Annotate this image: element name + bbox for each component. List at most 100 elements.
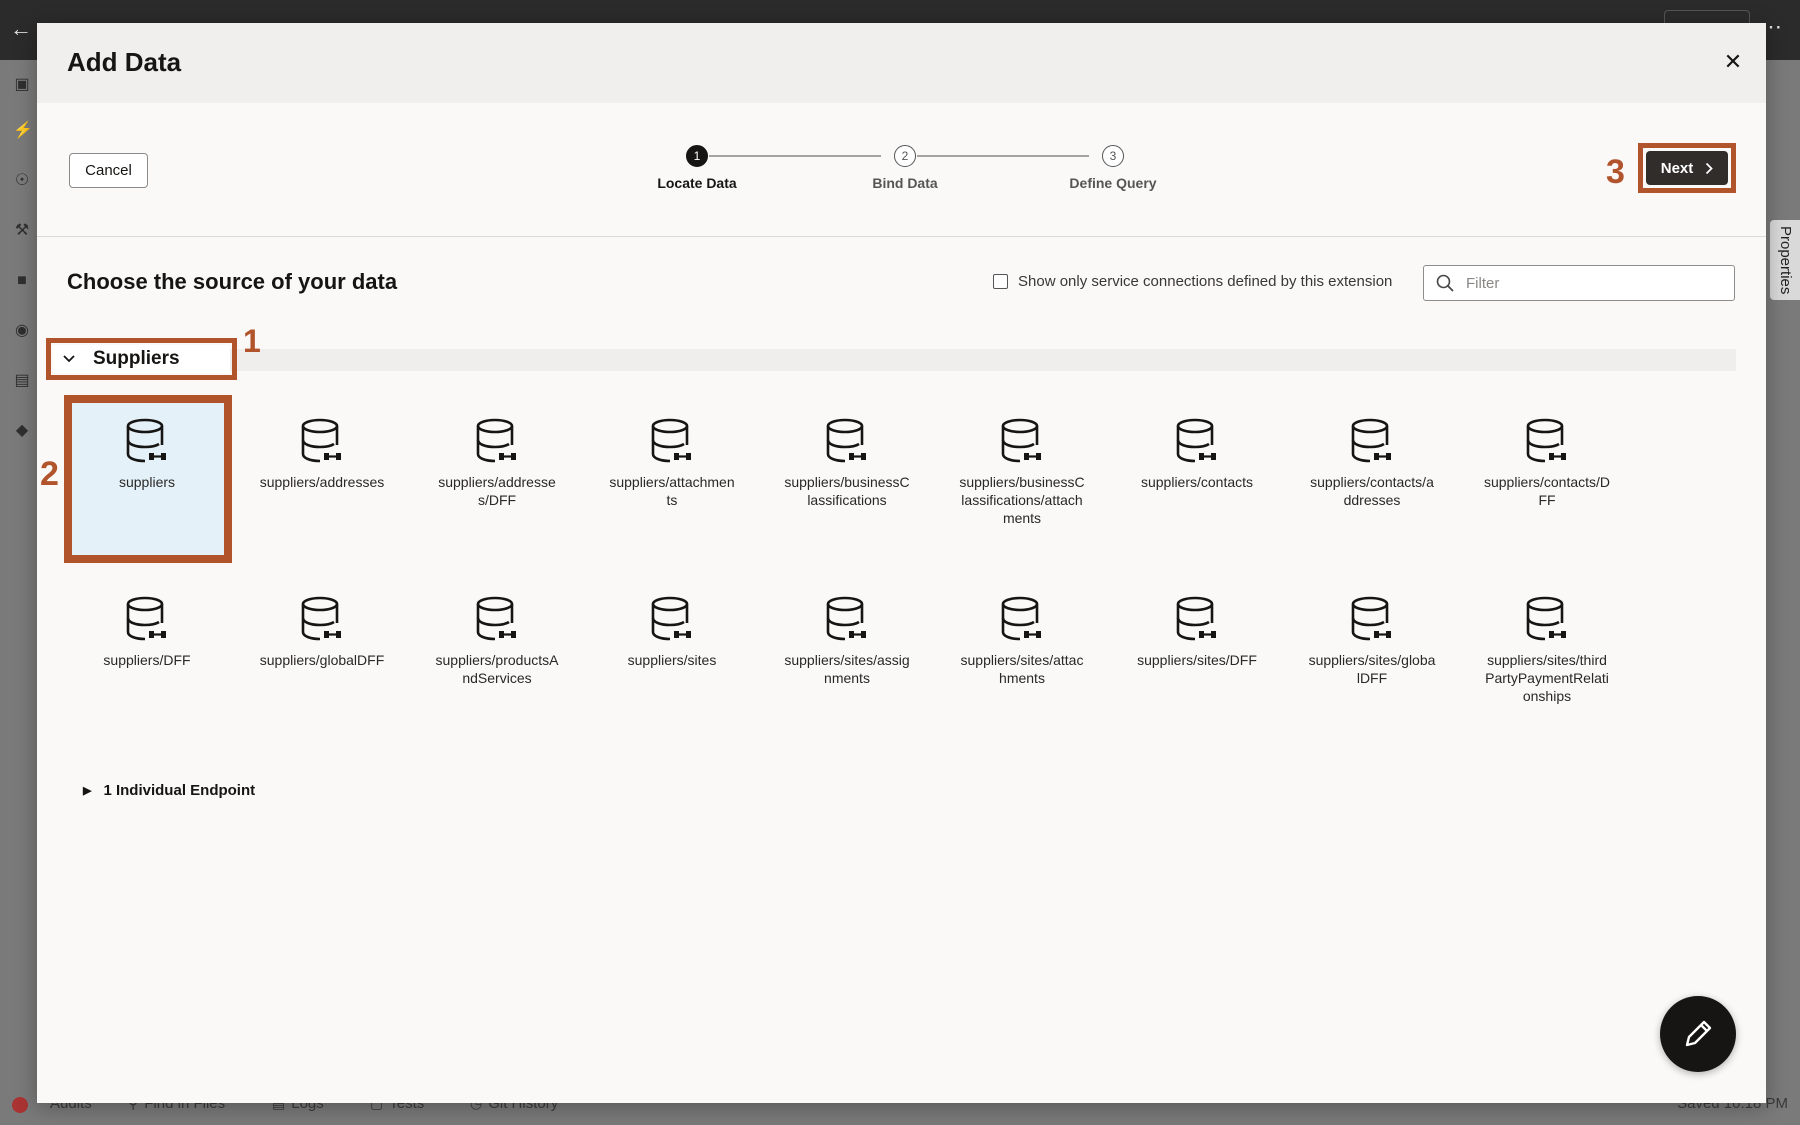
endpoint-label: 1 Individual Endpoint xyxy=(103,782,256,799)
database-icon xyxy=(300,417,344,465)
data-source-tile[interactable]: suppliers/businessClassifications xyxy=(777,417,917,509)
error-status-icon[interactable] xyxy=(12,1097,28,1113)
header-divider xyxy=(37,236,1766,237)
data-source-tile[interactable]: suppliers/sites/assignments xyxy=(777,595,917,687)
tile-label: suppliers/sites xyxy=(627,652,717,668)
database-icon xyxy=(1000,417,1044,465)
monitor-icon[interactable]: ▣ xyxy=(13,76,31,94)
filter-field[interactable] xyxy=(1423,265,1735,301)
edit-pencil-icon xyxy=(1685,1020,1712,1047)
database-icon xyxy=(475,417,519,465)
section-title: Choose the source of your data xyxy=(67,269,398,294)
tile-label: suppliers/businessClassifications xyxy=(784,474,910,508)
tile-label: suppliers/businessClassifications/attach… xyxy=(959,474,1085,526)
data-source-tile[interactable]: suppliers/businessClassifications/attach… xyxy=(952,417,1092,527)
puzzle-icon[interactable]: ■ xyxy=(13,272,31,290)
caret-right-icon: ▶ xyxy=(83,785,92,797)
data-source-tile[interactable]: suppliers/addresses/DFF xyxy=(427,417,567,509)
document-icon[interactable]: ▤ xyxy=(13,372,31,390)
data-source-tile[interactable]: suppliers/contacts xyxy=(1127,417,1267,491)
step-label: Locate Data xyxy=(657,175,737,191)
step-number: 2 xyxy=(894,145,916,167)
next-button-label: Next xyxy=(1660,159,1694,177)
chevron-right-icon xyxy=(1706,162,1714,174)
data-source-tile[interactable]: suppliers/attachments xyxy=(602,417,742,509)
database-icon xyxy=(125,595,169,643)
tile-label: suppliers/addresses/DFF xyxy=(438,474,556,508)
tile-label: suppliers/globalDFF xyxy=(259,652,385,668)
data-source-tile[interactable]: suppliers/sites/DFF xyxy=(1127,595,1267,669)
service-connections-checkbox[interactable]: Show only service connections defined by… xyxy=(993,273,1392,290)
data-source-tile[interactable]: suppliers xyxy=(77,417,217,491)
tile-label: suppliers/sites/attachments xyxy=(960,652,1084,686)
annotation-number: 1 xyxy=(243,323,261,359)
data-source-tile[interactable]: suppliers/globalDFF xyxy=(252,595,392,669)
next-button[interactable]: Next xyxy=(1646,151,1728,185)
data-source-tile[interactable]: suppliers/contacts/addresses xyxy=(1302,417,1442,509)
tile-label: suppliers/DFF xyxy=(103,652,191,668)
annotation-number: 2 xyxy=(40,455,59,493)
database-icon xyxy=(1350,595,1394,643)
data-source-tile[interactable]: suppliers/contacts/DFF xyxy=(1477,417,1617,509)
individual-endpoint-toggle[interactable]: ▶ 1 Individual Endpoint xyxy=(83,782,255,799)
step-label: Define Query xyxy=(1069,175,1157,191)
checkbox-label: Show only service connections defined by… xyxy=(1018,273,1393,290)
step-number: 1 xyxy=(686,145,708,167)
filter-input[interactable] xyxy=(1466,274,1706,292)
tile-label: suppliers/sites/DFF xyxy=(1137,652,1257,668)
step-define-query: 3 Define Query xyxy=(1043,145,1183,191)
database-icon xyxy=(825,417,869,465)
app-right-rail: Properties xyxy=(1766,60,1800,1090)
database-icon xyxy=(650,417,694,465)
step-locate-data: 1 Locate Data xyxy=(637,145,757,191)
database-icon xyxy=(1000,595,1044,643)
group-header-bar xyxy=(53,349,1736,371)
cancel-button[interactable]: Cancel xyxy=(69,153,148,188)
group-toggle-suppliers[interactable]: Suppliers xyxy=(53,345,230,373)
back-arrow-icon[interactable]: ← xyxy=(10,16,32,42)
database-icon xyxy=(650,595,694,643)
target-icon[interactable]: ☉ xyxy=(13,172,31,190)
data-source-tile[interactable]: suppliers/sites xyxy=(602,595,742,669)
tile-label: suppliers/sites/thirdPartyPaymentRelatio… xyxy=(1485,652,1609,704)
app-sidebar: ▣ ⚡ ☉ ⚒ ■ ◉ ▤ ◆ xyxy=(0,60,37,1090)
tile-label: suppliers/sites/assignments xyxy=(784,652,910,686)
step-bind-data: 2 Bind Data xyxy=(845,145,965,191)
dialog-header: Add Data ✕ xyxy=(37,23,1766,103)
annotation-number: 3 xyxy=(1606,153,1625,191)
lightning-icon[interactable]: ⚡ xyxy=(13,122,33,140)
group-name: Suppliers xyxy=(93,348,180,369)
tile-label: suppliers/productsAndServices xyxy=(435,652,559,686)
edit-fab-button[interactable] xyxy=(1660,996,1736,1072)
wrench-icon[interactable]: ⚒ xyxy=(13,222,31,240)
data-source-tile[interactable]: suppliers/sites/thirdPartyPaymentRelatio… xyxy=(1477,595,1617,705)
data-source-tile[interactable]: suppliers/productsAndServices xyxy=(427,595,567,687)
tile-label: suppliers xyxy=(118,474,176,490)
dialog-title: Add Data xyxy=(67,47,182,77)
checkbox-box[interactable] xyxy=(993,274,1008,289)
database-icon xyxy=(1175,417,1219,465)
data-source-tile[interactable]: suppliers/sites/globalDFF xyxy=(1302,595,1442,687)
data-source-tile[interactable]: suppliers/DFF xyxy=(77,595,217,669)
database-icon xyxy=(475,595,519,643)
step-number: 3 xyxy=(1102,145,1124,167)
tile-label: suppliers/addresses xyxy=(259,474,385,490)
tools-icon[interactable]: ◆ xyxy=(13,422,31,440)
database-icon xyxy=(825,595,869,643)
database-icon xyxy=(300,595,344,643)
tile-label: suppliers/contacts/addresses xyxy=(1310,474,1434,508)
database-icon xyxy=(125,417,169,465)
database-icon xyxy=(1175,595,1219,643)
chevron-down-icon xyxy=(63,355,75,363)
close-icon[interactable]: ✕ xyxy=(1720,49,1746,75)
add-data-dialog: Add Data ✕ Cancel 1 Locate Data 2 Bind D… xyxy=(37,23,1766,1103)
properties-tab[interactable]: Properties xyxy=(1770,220,1800,300)
tile-label: suppliers/contacts/DFF xyxy=(1483,474,1611,508)
globe-icon[interactable]: ◉ xyxy=(13,322,31,340)
data-source-tile[interactable]: suppliers/addresses xyxy=(252,417,392,491)
database-icon xyxy=(1525,595,1569,643)
data-source-tile[interactable]: suppliers/sites/attachments xyxy=(952,595,1092,687)
search-icon xyxy=(1436,274,1454,292)
tile-label: suppliers/contacts xyxy=(1140,474,1254,490)
properties-tab-label: Properties xyxy=(1777,226,1794,295)
